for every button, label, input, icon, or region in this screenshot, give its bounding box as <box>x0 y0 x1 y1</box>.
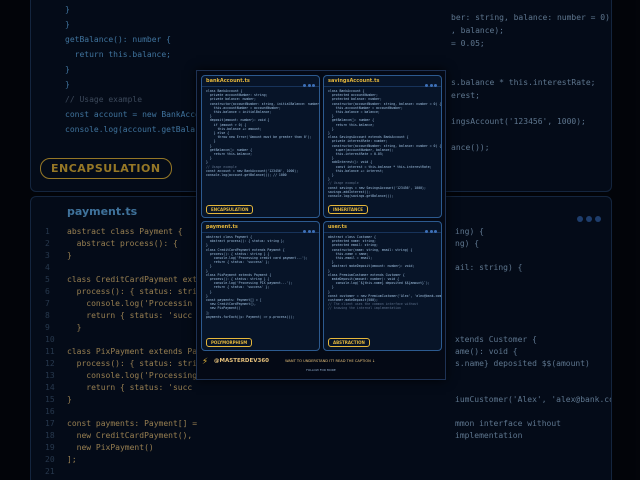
card-title: savingsAccount.ts <box>328 78 380 84</box>
window-dots-icon <box>424 222 437 237</box>
lightning-icon: ⚡ <box>202 356 209 367</box>
follow-text: FOLLOW FOR MORE <box>306 368 336 372</box>
footer: ⚡ @MASTERDEV360 WANT TO UNDERSTAND IT? R… <box>197 353 445 379</box>
concept-tag: ABSTRACTION <box>328 338 370 347</box>
code-line: // knowing the internal implementation <box>328 306 401 311</box>
window-dots-icon <box>424 76 437 91</box>
window-dots-icon <box>302 76 315 91</box>
code-line: payments.forEach((p: Payment) => p.proce… <box>206 314 295 319</box>
card-code: abstract class Customer { protected name… <box>324 233 441 313</box>
read-caption-text: WANT TO UNDERSTAND IT? READ THE CAPTION … <box>285 359 375 363</box>
code-line: console.log(`${this.name} deposited $${a… <box>328 281 430 286</box>
card-code: class BankAccount { private accountNumbe… <box>202 87 319 179</box>
concept-tag: INHERITANCE <box>328 205 369 214</box>
code-line: console.log(savings.getBalance()); <box>328 194 394 199</box>
concept-tag: ENCAPSULATION <box>206 205 254 214</box>
card-payment: payment.ts abstract class Payment { abst… <box>201 221 320 351</box>
card-title: user.ts <box>328 224 347 230</box>
card-header: bankAccount.ts <box>202 76 319 87</box>
card-code: abstract class Payment { abstract proces… <box>202 233 319 321</box>
code-line: console.log(account.getBalance()); // 10… <box>206 173 287 178</box>
card-header: savingsAccount.ts <box>324 76 441 87</box>
concept-tag: POLYMORPHISM <box>206 338 253 347</box>
card-header: user.ts <box>324 222 441 233</box>
creator-handle[interactable]: @MASTERDEV360 <box>214 358 269 364</box>
card-code: class BankAccount { protected accountNum… <box>324 87 441 200</box>
infographic-frame: bankAccount.ts class BankAccount { priva… <box>196 70 446 380</box>
code-line: throw new Error('Amount must be greater … <box>206 135 312 140</box>
card-bank-account: bankAccount.ts class BankAccount { priva… <box>201 75 320 218</box>
card-title: bankAccount.ts <box>206 78 250 84</box>
card-header: payment.ts <box>202 222 319 233</box>
card-user: user.ts abstract class Customer { protec… <box>323 221 442 351</box>
window-dots-icon <box>302 222 315 237</box>
card-title: payment.ts <box>206 224 238 230</box>
card-savings-account: savingsAccount.ts class BankAccount { pr… <box>323 75 442 218</box>
